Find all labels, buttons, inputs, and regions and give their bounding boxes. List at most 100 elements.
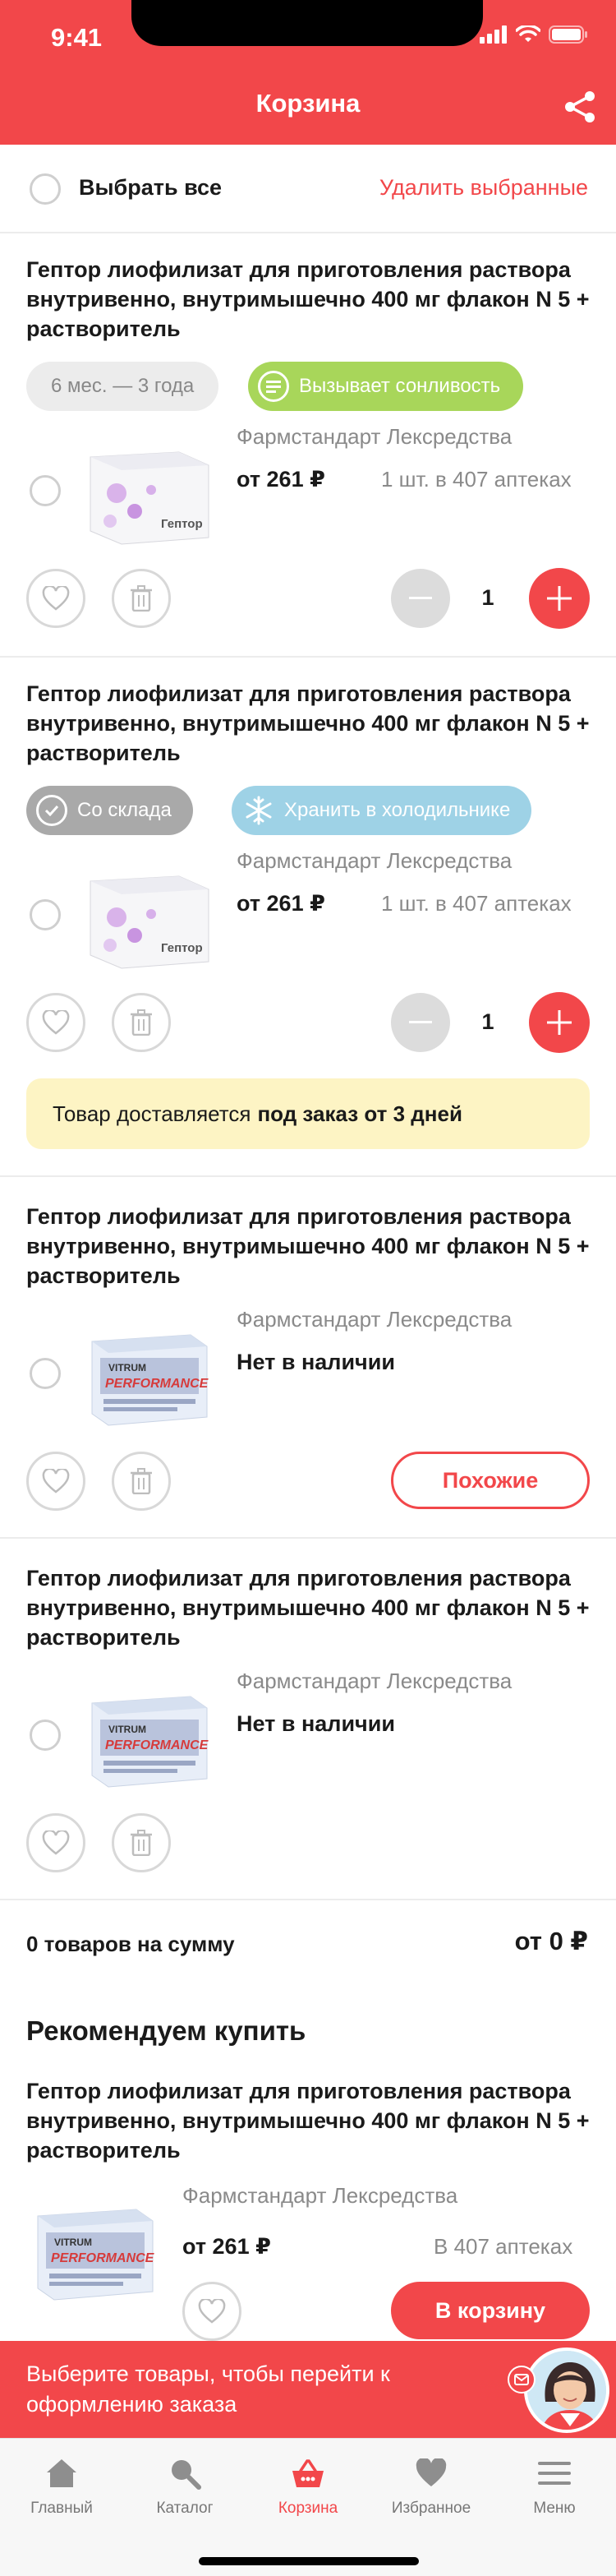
- cart-item: Гептор лиофилизат для приготовления раст…: [0, 658, 616, 1177]
- product-title[interactable]: Гептор лиофилизат для приготовления раст…: [26, 1563, 601, 1652]
- signal-icon: [480, 25, 507, 44]
- favorite-button[interactable]: [26, 993, 85, 1052]
- delete-button[interactable]: [112, 1813, 171, 1872]
- trash-icon: [131, 585, 152, 612]
- share-icon[interactable]: [562, 89, 598, 125]
- status-time: 9:41: [51, 23, 103, 52]
- delivery-notice-text: Товар доставляется: [53, 1101, 251, 1126]
- svg-text:VITRUM: VITRUM: [108, 1724, 146, 1735]
- tab-catalog[interactable]: Каталог: [123, 2455, 246, 2518]
- increase-quantity-button[interactable]: [529, 992, 590, 1053]
- add-to-cart-button[interactable]: В корзину: [391, 2282, 590, 2339]
- menu-icon: [538, 2462, 571, 2485]
- minus-icon: [409, 1021, 432, 1023]
- product-title[interactable]: Гептор лиофилизат для приготовления раст…: [26, 1202, 601, 1290]
- tab-menu[interactable]: Меню: [493, 2455, 616, 2518]
- quantity-value: 1: [481, 585, 494, 610]
- assistant-portrait-icon: [527, 2351, 606, 2430]
- page-title: Корзина: [255, 89, 361, 118]
- delete-selected-button[interactable]: Удалить выбранные: [379, 175, 588, 201]
- heart-icon: [42, 586, 70, 611]
- delete-button[interactable]: [112, 1452, 171, 1511]
- heart-icon: [416, 2458, 447, 2486]
- favorite-button[interactable]: [26, 1452, 85, 1511]
- snowflake-icon: [246, 796, 272, 825]
- plus-icon: [547, 1010, 572, 1035]
- tab-favorites[interactable]: Избранное: [370, 2455, 493, 2518]
- favorite-button[interactable]: [26, 1813, 85, 1872]
- cart-item: Гептор лиофилизат для приготовления раст…: [0, 1177, 616, 1539]
- storage-chip: Хранить в холодильнике: [232, 786, 532, 835]
- tab-cart[interactable]: Корзина: [246, 2455, 370, 2518]
- select-all-checkbox[interactable]: [30, 173, 61, 205]
- heart-icon: [42, 1830, 70, 1855]
- home-icon: [47, 2459, 76, 2487]
- warning-chip: Вызывает сонливость: [248, 362, 524, 411]
- heart-icon: [42, 1469, 70, 1493]
- vitrum-box-image[interactable]: VITRUM PERFORMANCE: [21, 2191, 161, 2306]
- stock-status: Нет в наличии: [237, 1711, 395, 1736]
- svg-text:VITRUM: VITRUM: [54, 2237, 92, 2248]
- favorite-button[interactable]: [26, 569, 85, 628]
- device-notch: [131, 0, 483, 46]
- manufacturer: Фармстандарт Лексредства: [237, 1669, 513, 1693]
- search-icon: [172, 2460, 201, 2490]
- age-chip: 6 мес. — 3 года: [26, 362, 219, 411]
- similar-button[interactable]: Похожие: [391, 1452, 590, 1509]
- geptor-box-image[interactable]: Гептор: [76, 860, 215, 975]
- geptor-box-image[interactable]: Гептор: [76, 436, 215, 551]
- tab-menu-label: Меню: [533, 2500, 576, 2517]
- svg-text:PERFORMANCE: PERFORMANCE: [105, 1738, 209, 1752]
- drowsiness-icon: [258, 371, 289, 402]
- delete-button[interactable]: [112, 569, 171, 628]
- availability: 1 шт. в 407 аптеках: [381, 467, 572, 492]
- heart-icon: [42, 1010, 70, 1035]
- wifi-icon: [516, 25, 540, 42]
- vitrum-box-image[interactable]: VITRUM PERFORMANCE: [76, 1678, 215, 1794]
- manufacturer: Фармстандарт Лексредства: [237, 424, 513, 449]
- trash-icon: [131, 1009, 152, 1036]
- header: 9:41 Корзина: [0, 0, 616, 145]
- decrease-quantity-button[interactable]: [391, 569, 450, 628]
- assistant-avatar[interactable]: [524, 2347, 609, 2433]
- storage-chip-label: Хранить в холодильнике: [284, 799, 511, 821]
- item-checkbox[interactable]: [30, 899, 61, 930]
- stock-status: Нет в наличии: [237, 1350, 395, 1374]
- minus-icon: [409, 597, 432, 599]
- tab-home[interactable]: Главный: [0, 2455, 123, 2518]
- svg-text:PERFORMANCE: PERFORMANCE: [51, 2251, 155, 2265]
- tab-home-label: Главный: [30, 2500, 93, 2517]
- tab-bar: Главный Каталог Корзина Избранное Меню: [0, 2438, 616, 2576]
- increase-quantity-button[interactable]: [529, 568, 590, 629]
- warehouse-chip-label: Со склада: [77, 799, 172, 821]
- trash-icon: [131, 1468, 152, 1494]
- delivery-notice-bold: под заказ от 3 дней: [257, 1101, 462, 1126]
- tab-cart-label: Корзина: [278, 2500, 338, 2517]
- plus-icon: [547, 586, 572, 611]
- decrease-quantity-button[interactable]: [391, 993, 450, 1052]
- price: от 261 ₽: [182, 2234, 271, 2259]
- item-checkbox[interactable]: [30, 1358, 61, 1389]
- select-all-label[interactable]: Выбрать все: [79, 175, 222, 201]
- summary-total: от 0 ₽: [514, 1927, 588, 1955]
- quantity-value: 1: [481, 1009, 494, 1034]
- product-title[interactable]: Гептор лиофилизат для приготовления раст…: [26, 2076, 601, 2165]
- tab-favorites-label: Избранное: [391, 2500, 471, 2517]
- warning-chip-label: Вызывает сонливость: [299, 375, 501, 397]
- manufacturer: Фармстандарт Лексредства: [182, 2183, 458, 2208]
- delete-button[interactable]: [112, 993, 171, 1052]
- item-checkbox[interactable]: [30, 475, 61, 506]
- heart-icon: [198, 2299, 226, 2324]
- product-title[interactable]: Гептор лиофилизат для приготовления раст…: [26, 255, 601, 344]
- favorite-button[interactable]: [182, 2282, 241, 2341]
- checkout-hint: Выберите товары, чтобы перейти к оформле…: [26, 2361, 390, 2417]
- item-checkbox[interactable]: [30, 1720, 61, 1751]
- recommended-heading: Рекомендуем купить: [26, 2015, 306, 2046]
- home-indicator: [199, 2557, 419, 2565]
- svg-text:PERFORMANCE: PERFORMANCE: [105, 1377, 209, 1391]
- product-title[interactable]: Гептор лиофилизат для приготовления раст…: [26, 679, 601, 768]
- svg-text:Гептор: Гептор: [161, 941, 203, 955]
- availability: 1 шт. в 407 аптеках: [381, 891, 572, 916]
- delivery-notice: Товар доставляется под заказ от 3 дней: [26, 1078, 590, 1149]
- vitrum-box-image[interactable]: VITRUM PERFORMANCE: [76, 1317, 215, 1432]
